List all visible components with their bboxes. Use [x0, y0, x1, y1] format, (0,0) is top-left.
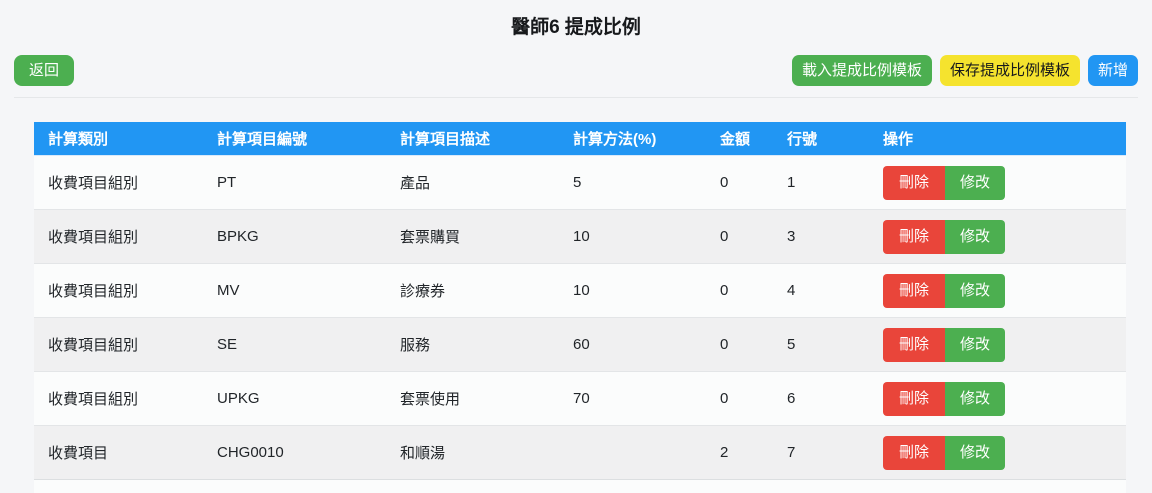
table-row: 收費項目組別 PT 產品 5 0 1 刪除 修改 — [34, 155, 1126, 210]
cell-category: 收費項目組別 — [34, 209, 203, 264]
commission-table: 計算類別 計算項目編號 計算項目描述 計算方法(%) 金額 行號 操作 收費項目… — [34, 122, 1126, 479]
cell-line-no: 4 — [773, 263, 869, 318]
cell-method-pct: 70 — [559, 371, 706, 426]
save-template-button[interactable]: 保存提成比例模板 — [939, 54, 1080, 86]
delete-button[interactable]: 刪除 — [883, 273, 945, 308]
cell-amount: 0 — [706, 317, 773, 372]
toolbar-divider — [14, 97, 1138, 98]
toolbar: 返回 載入提成比例模板 保存提成比例模板 新增 — [0, 54, 1152, 86]
cell-method-pct — [559, 425, 706, 479]
cell-item-code: PT — [203, 155, 386, 210]
cell-actions: 刪除 修改 — [869, 371, 1126, 426]
table-row: 收費項目組別 SE 服務 60 0 5 刪除 修改 — [34, 317, 1126, 372]
table-row: 收費項目組別 BPKG 套票購買 10 0 3 刪除 修改 — [34, 209, 1126, 264]
delete-button[interactable]: 刪除 — [883, 219, 945, 254]
column-header-item-desc: 計算項目描述 — [386, 122, 559, 156]
edit-button[interactable]: 修改 — [945, 435, 1005, 470]
edit-button[interactable]: 修改 — [945, 165, 1005, 200]
cell-item-code: UPKG — [203, 371, 386, 426]
column-header-item-code: 計算項目編號 — [203, 122, 386, 156]
cell-category: 收費項目組別 — [34, 371, 203, 426]
cell-amount: 0 — [706, 263, 773, 318]
cell-method-pct: 10 — [559, 209, 706, 264]
header-row: 計算類別 計算項目編號 計算項目描述 計算方法(%) 金額 行號 操作 — [34, 122, 1126, 156]
commission-table-wrap: 計算類別 計算項目編號 計算項目描述 計算方法(%) 金額 行號 操作 收費項目… — [34, 122, 1126, 493]
cell-item-desc: 服務 — [386, 317, 559, 372]
cell-method-pct: 60 — [559, 317, 706, 372]
cell-category: 收費項目組別 — [34, 263, 203, 318]
cell-amount: 2 — [706, 425, 773, 479]
cell-amount: 0 — [706, 371, 773, 426]
cell-item-code: BPKG — [203, 209, 386, 264]
table-body: 收費項目組別 PT 產品 5 0 1 刪除 修改 收費項目組別 BPKG 套票購買… — [34, 155, 1126, 479]
cell-actions: 刪除 修改 — [869, 263, 1126, 318]
cell-actions: 刪除 修改 — [869, 425, 1126, 479]
page-title: 醫師6 提成比例 — [511, 17, 641, 38]
load-template-button[interactable]: 載入提成比例模板 — [791, 54, 932, 86]
cell-item-desc: 診療券 — [386, 263, 559, 318]
cell-amount: 0 — [706, 209, 773, 264]
cell-category: 收費項目組別 — [34, 155, 203, 210]
cell-item-code: CHG0010 — [203, 425, 386, 479]
edit-button[interactable]: 修改 — [945, 273, 1005, 308]
cell-item-code: SE — [203, 317, 386, 372]
table-header: 計算類別 計算項目編號 計算項目描述 計算方法(%) 金額 行號 操作 — [34, 122, 1126, 156]
cell-category: 收費項目組別 — [34, 317, 203, 372]
partial-next-row — [34, 479, 1126, 493]
cell-item-code: MV — [203, 263, 386, 318]
cell-actions: 刪除 修改 — [869, 317, 1126, 372]
toolbar-right-group: 載入提成比例模板 保存提成比例模板 新增 — [791, 54, 1138, 86]
cell-item-desc: 產品 — [386, 155, 559, 210]
cell-category: 收費項目 — [34, 425, 203, 479]
cell-line-no: 1 — [773, 155, 869, 210]
column-header-method-pct: 計算方法(%) — [559, 122, 706, 156]
cell-item-desc: 套票使用 — [386, 371, 559, 426]
column-header-category: 計算類別 — [34, 122, 203, 156]
edit-button[interactable]: 修改 — [945, 327, 1005, 362]
table-row: 收費項目 CHG0010 和順湯 2 7 刪除 修改 — [34, 425, 1126, 479]
cell-line-no: 3 — [773, 209, 869, 264]
column-header-actions: 操作 — [869, 122, 1126, 156]
column-header-amount: 金額 — [706, 122, 773, 156]
cell-actions: 刪除 修改 — [869, 155, 1126, 210]
delete-button[interactable]: 刪除 — [883, 435, 945, 470]
edit-button[interactable]: 修改 — [945, 219, 1005, 254]
delete-button[interactable]: 刪除 — [883, 381, 945, 416]
cell-line-no: 5 — [773, 317, 869, 372]
page: 醫師6 提成比例 返回 載入提成比例模板 保存提成比例模板 新增 計算類別 計算… — [0, 0, 1152, 493]
column-header-line-no: 行號 — [773, 122, 869, 156]
cell-item-desc: 和順湯 — [386, 425, 559, 479]
delete-button[interactable]: 刪除 — [883, 165, 945, 200]
cell-line-no: 6 — [773, 371, 869, 426]
table-row: 收費項目組別 MV 診療券 10 0 4 刪除 修改 — [34, 263, 1126, 318]
add-button[interactable]: 新增 — [1087, 54, 1138, 86]
edit-button[interactable]: 修改 — [945, 381, 1005, 416]
back-button[interactable]: 返回 — [14, 54, 75, 86]
cell-actions: 刪除 修改 — [869, 209, 1126, 264]
delete-button[interactable]: 刪除 — [883, 327, 945, 362]
cell-item-desc: 套票購買 — [386, 209, 559, 264]
cell-line-no: 7 — [773, 425, 869, 479]
table-row: 收費項目組別 UPKG 套票使用 70 0 6 刪除 修改 — [34, 371, 1126, 426]
cell-amount: 0 — [706, 155, 773, 210]
cell-method-pct: 10 — [559, 263, 706, 318]
cell-method-pct: 5 — [559, 155, 706, 210]
